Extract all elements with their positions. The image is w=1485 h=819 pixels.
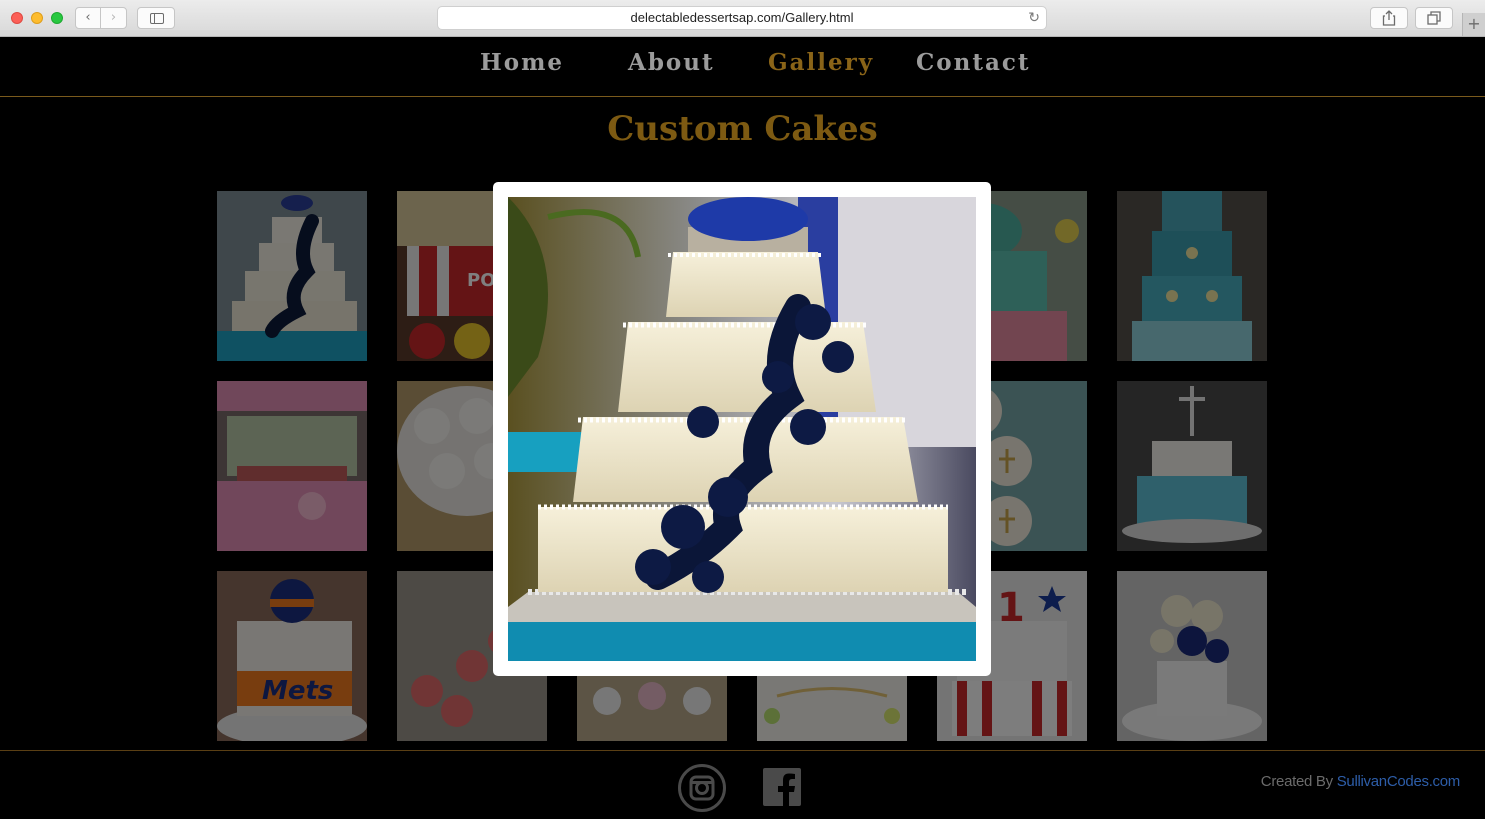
back-button[interactable]: ‹: [75, 7, 101, 29]
browser-toolbar: ‹ › delectabledessertsap.com/Gallery.htm…: [0, 0, 1485, 37]
gallery-thumbnail[interactable]: [1117, 571, 1267, 741]
gallery-thumbnail[interactable]: [217, 191, 367, 361]
gallery-thumbnail[interactable]: [217, 381, 367, 551]
share-icon: [1382, 10, 1396, 26]
nav-home[interactable]: Home: [480, 49, 564, 76]
instagram-link[interactable]: [678, 764, 726, 812]
plus-icon: +: [1467, 14, 1481, 33]
show-tabs-button[interactable]: [1415, 7, 1453, 29]
nav-about[interactable]: About: [628, 49, 715, 76]
share-button[interactable]: [1370, 7, 1408, 29]
chevron-right-icon: ›: [110, 10, 117, 25]
forward-button[interactable]: ›: [100, 7, 127, 29]
svg-text:1: 1: [997, 585, 1025, 631]
footer: Created By SullivanCodes.com: [0, 750, 1485, 819]
credit-link[interactable]: SullivanCodes.com: [1337, 773, 1461, 790]
lightbox[interactable]: [493, 182, 991, 676]
gallery-thumbnail[interactable]: [1117, 191, 1267, 361]
address-bar[interactable]: delectabledessertsap.com/Gallery.html ↻: [437, 6, 1047, 30]
maximize-window-button[interactable]: [51, 12, 63, 24]
nav-gallery[interactable]: Gallery: [768, 49, 874, 76]
svg-text:Mets: Mets: [262, 676, 333, 706]
sidebar-icon: [150, 13, 164, 24]
new-tab-button[interactable]: +: [1462, 13, 1485, 36]
chevron-left-icon: ‹: [85, 10, 91, 25]
facebook-icon: [763, 768, 801, 806]
page-title: Custom Cakes: [607, 109, 878, 149]
nav-contact[interactable]: Contact: [916, 49, 1031, 76]
facebook-link[interactable]: [763, 768, 801, 806]
gallery-thumbnail[interactable]: [1117, 381, 1267, 551]
url-text: delectabledessertsap.com/Gallery.html: [630, 10, 854, 25]
reload-icon[interactable]: ↻: [1028, 7, 1040, 29]
close-window-button[interactable]: [11, 12, 23, 24]
tabs-icon: [1427, 11, 1441, 25]
sidebar-toggle-button[interactable]: [137, 7, 175, 29]
main-nav: Home About Gallery Contact: [0, 37, 1485, 97]
credit-text: Created By SullivanCodes.com: [1260, 773, 1461, 790]
lightbox-image: [508, 197, 976, 661]
minimize-window-button[interactable]: [31, 12, 43, 24]
gallery-thumbnail[interactable]: Mets: [217, 571, 367, 741]
credit-prefix: Created By: [1260, 773, 1337, 790]
instagram-icon: [689, 775, 715, 801]
